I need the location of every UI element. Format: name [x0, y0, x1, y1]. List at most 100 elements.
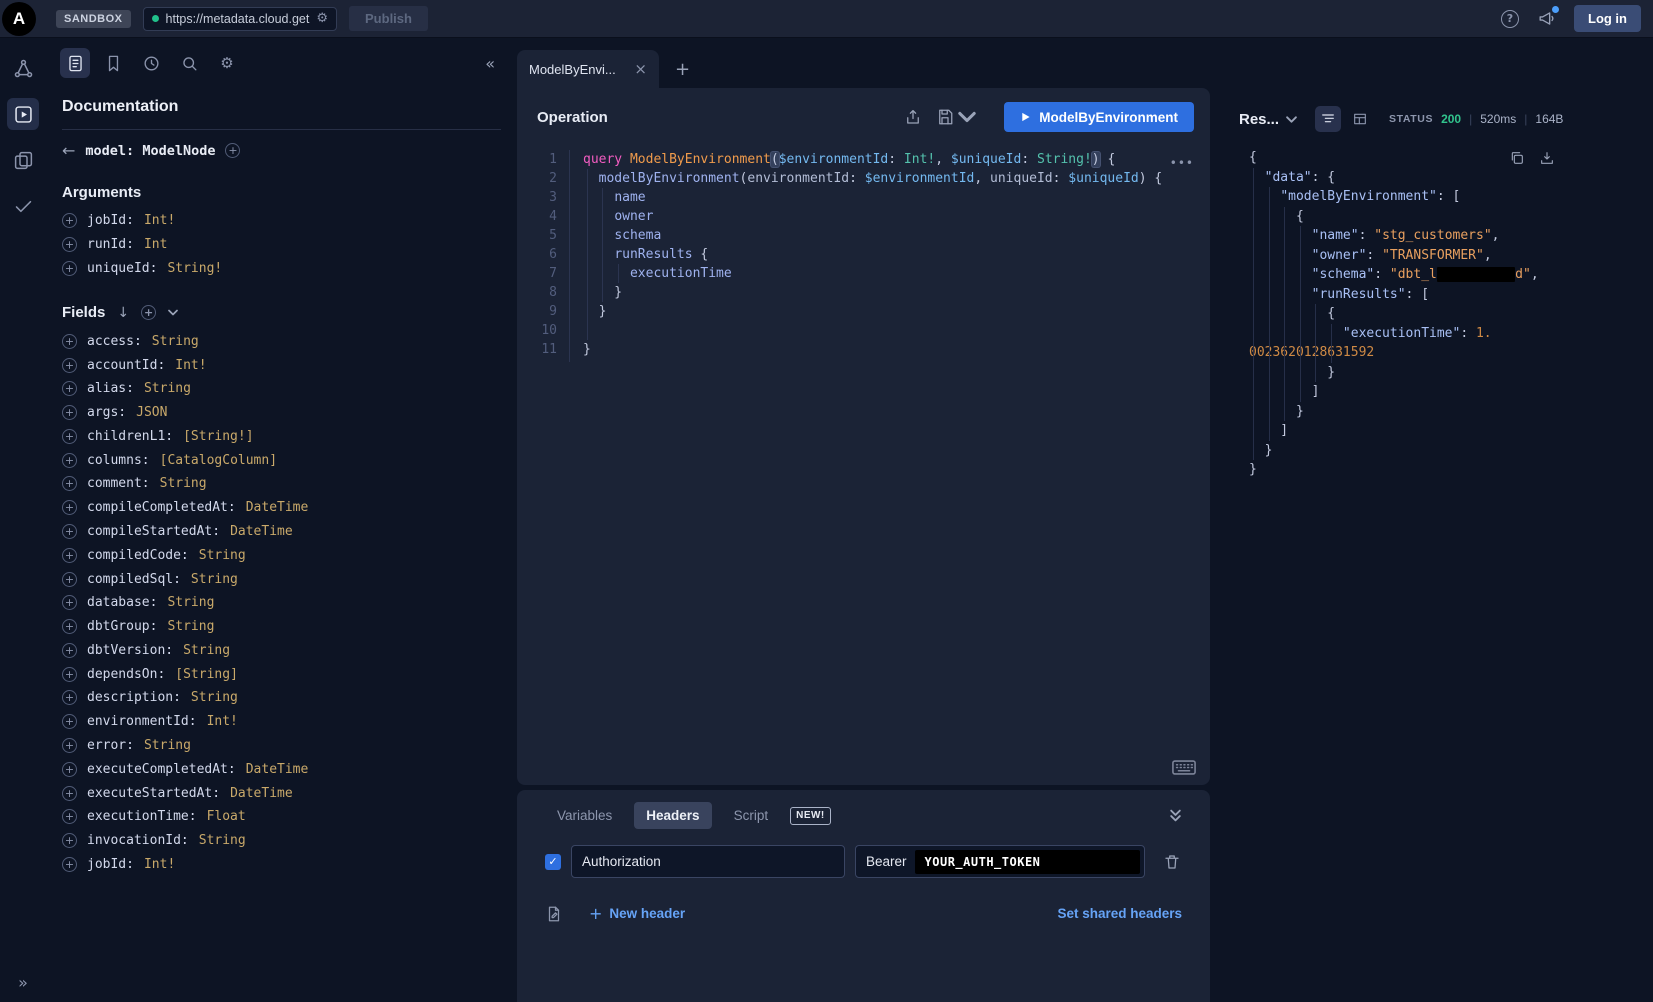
add-field-icon[interactable]: + [62, 453, 77, 468]
docs-tab-history[interactable] [136, 48, 166, 78]
docs-collapse-icon[interactable]: « [485, 54, 495, 73]
rail-expand-icon[interactable]: » [0, 973, 46, 992]
add-field-icon[interactable]: + [62, 809, 77, 824]
rail-item-checks[interactable] [7, 190, 39, 222]
connection-settings-icon[interactable]: ⚙ [316, 11, 328, 26]
add-field-icon[interactable]: + [62, 738, 77, 753]
field-type-link[interactable]: String [191, 572, 238, 587]
add-argument-icon[interactable]: + [62, 261, 77, 276]
rail-item-explorer[interactable] [7, 98, 39, 130]
add-field-icon[interactable]: + [62, 381, 77, 396]
tab-script[interactable]: Script [722, 802, 781, 829]
add-field-icon[interactable]: + [62, 429, 77, 444]
add-field-icon[interactable]: + [62, 548, 77, 563]
back-arrow-icon[interactable]: ← [62, 141, 75, 160]
add-argument-icon[interactable]: + [62, 213, 77, 228]
field-type-link[interactable]: String [144, 738, 191, 753]
add-field-icon[interactable]: + [62, 643, 77, 658]
add-argument-icon[interactable]: + [62, 237, 77, 252]
apollo-logo[interactable]: A [2, 2, 36, 36]
add-field-icon[interactable]: + [62, 334, 77, 349]
collapse-panel-icon[interactable] [1169, 809, 1182, 822]
field-type-link[interactable]: DateTime [246, 762, 309, 777]
add-field-icon[interactable]: + [62, 476, 77, 491]
add-field-icon[interactable]: + [62, 595, 77, 610]
field-type-link[interactable]: Int! [144, 857, 175, 872]
set-shared-headers-link[interactable]: Set shared headers [1057, 906, 1182, 921]
rail-item-operations[interactable] [7, 144, 39, 176]
docs-tab-search[interactable] [174, 48, 204, 78]
field-type-link[interactable]: String [199, 833, 246, 848]
header-value-field[interactable]: Bearer YOUR_AUTH_TOKEN [855, 845, 1145, 878]
new-tab-button[interactable]: + [675, 61, 690, 79]
delete-header-icon[interactable] [1163, 853, 1181, 871]
field-type-link[interactable]: Float [207, 809, 246, 824]
field-type-link[interactable]: String [183, 643, 230, 658]
add-field-icon[interactable]: + [62, 619, 77, 634]
field-type-link[interactable]: String [199, 548, 246, 563]
tab-headers[interactable]: Headers [634, 802, 711, 829]
bulk-edit-icon[interactable] [545, 905, 563, 923]
add-field-icon[interactable]: + [62, 667, 77, 682]
response-title[interactable]: Res... [1239, 111, 1279, 128]
field-type-link[interactable]: String [144, 381, 191, 396]
field-type-link[interactable]: String [152, 334, 199, 349]
field-type-link[interactable]: String [191, 690, 238, 705]
tab-variables[interactable]: Variables [545, 802, 624, 829]
announcements-icon[interactable] [1537, 9, 1556, 28]
rail-item-schema[interactable] [7, 52, 39, 84]
tab-close-icon[interactable]: × [634, 60, 647, 78]
copy-response-icon[interactable] [1509, 150, 1525, 166]
add-fields-icon[interactable]: + [141, 305, 156, 320]
run-button[interactable]: ModelByEnvironment [1004, 102, 1194, 132]
add-field-icon[interactable]: + [62, 524, 77, 539]
graph-url[interactable]: https://metadata.cloud.get [166, 12, 310, 26]
keyboard-shortcuts-icon[interactable] [1172, 760, 1196, 775]
add-field-icon[interactable]: + [62, 714, 77, 729]
docs-tab-documentation[interactable] [60, 48, 90, 78]
graph-url-box[interactable]: https://metadata.cloud.get ⚙ [143, 7, 338, 31]
add-field-icon[interactable]: + [62, 786, 77, 801]
login-button[interactable]: Log in [1574, 5, 1641, 32]
add-field-icon[interactable]: + [62, 572, 77, 587]
save-chevron-down-icon[interactable] [958, 108, 976, 126]
editor-more-menu[interactable]: ••• [1170, 154, 1194, 173]
docs-tab-settings[interactable]: ⚙ [212, 48, 242, 78]
add-field-icon[interactable]: + [62, 833, 77, 848]
format-view-icon[interactable] [1315, 106, 1341, 132]
chevron-down-icon[interactable] [168, 309, 178, 316]
save-icon[interactable] [936, 108, 954, 126]
share-icon[interactable] [904, 108, 922, 126]
add-field-icon[interactable]: + [62, 857, 77, 872]
breadcrumb-type[interactable]: ModelNode [142, 143, 215, 159]
field-type-link[interactable]: DateTime [230, 524, 293, 539]
field-type-link[interactable]: String [167, 619, 214, 634]
field-type-link[interactable]: String [160, 476, 207, 491]
download-response-icon[interactable] [1539, 150, 1555, 166]
help-icon[interactable]: ? [1501, 10, 1519, 28]
sort-fields-icon[interactable]: ↓ [117, 305, 129, 321]
add-field-icon[interactable]: + [62, 358, 77, 373]
field-type-link[interactable]: DateTime [246, 500, 309, 515]
add-field-icon[interactable]: + [62, 500, 77, 515]
tab-modelbyenvironment[interactable]: ModelByEnvi... × [517, 50, 659, 88]
add-field-icon[interactable]: + [62, 690, 77, 705]
field-type-link[interactable]: Int! [175, 358, 206, 373]
argument-type-link[interactable]: Int! [144, 213, 175, 228]
field-type-link[interactable]: String [167, 595, 214, 610]
field-type-link[interactable]: JSON [136, 405, 167, 420]
chevron-down-icon[interactable] [1286, 116, 1297, 123]
table-view-icon[interactable] [1347, 106, 1373, 132]
add-field-icon[interactable]: + [62, 762, 77, 777]
editor-code[interactable]: query ModelByEnvironment($environmentId:… [570, 146, 1162, 785]
field-type-link[interactable]: [String!] [183, 429, 253, 444]
new-header-button[interactable]: + New header [589, 904, 685, 923]
header-key-input[interactable] [571, 845, 845, 878]
field-type-link[interactable]: [String] [175, 667, 238, 682]
field-type-link[interactable]: Int! [207, 714, 238, 729]
argument-type-link[interactable]: String! [167, 261, 222, 276]
docs-tab-bookmarks[interactable] [98, 48, 128, 78]
auth-token-value[interactable]: YOUR_AUTH_TOKEN [915, 850, 1140, 874]
field-type-link[interactable]: DateTime [230, 786, 293, 801]
argument-type-link[interactable]: Int [144, 237, 167, 252]
